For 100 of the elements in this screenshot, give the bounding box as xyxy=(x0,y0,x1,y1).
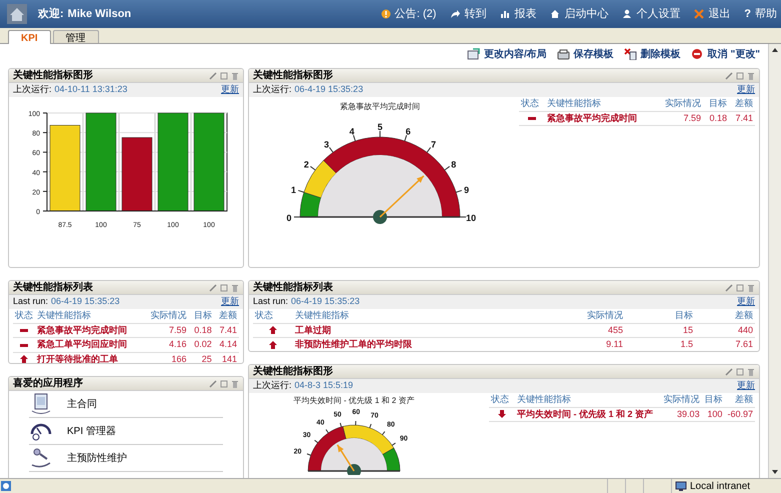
minus-icon xyxy=(527,114,537,122)
refresh-link[interactable]: 更新 xyxy=(737,83,755,97)
trash-icon[interactable] xyxy=(231,284,239,292)
column-header: 关键性能指标 xyxy=(515,393,660,407)
column-header: 差额 xyxy=(729,97,755,111)
header-link[interactable]: 个人设置 xyxy=(622,6,680,22)
tools-icon xyxy=(29,447,53,469)
table-cell: 7.59 xyxy=(656,111,704,126)
toolbar-link[interactable]: 删除模板 xyxy=(624,46,681,62)
column-header: 目标 xyxy=(702,393,724,407)
header-link[interactable]: 公告: (2) xyxy=(380,6,436,22)
help-icon: ? xyxy=(744,6,751,22)
indicator-name-link[interactable]: 工单过期 xyxy=(293,323,565,338)
column-header: 实际情况 xyxy=(660,393,702,407)
header-link[interactable]: 报表 xyxy=(500,6,536,22)
header-link[interactable]: 启动中心 xyxy=(550,6,608,22)
gauge-title: 平均失效时间 - 优先级 1 和 2 资产 xyxy=(294,396,414,405)
maximize-icon[interactable] xyxy=(736,368,744,376)
table-cell: 39.03 xyxy=(660,407,702,422)
table-cell: 455 xyxy=(565,323,625,338)
maximize-icon[interactable] xyxy=(220,380,228,388)
panel-title: 关键性能指标图形 xyxy=(13,69,93,83)
scroll-bar[interactable] xyxy=(768,44,781,478)
table-cell: 141 xyxy=(214,352,239,363)
tab[interactable]: KPI xyxy=(8,30,51,44)
trash-icon[interactable] xyxy=(747,284,755,292)
maximize-icon[interactable] xyxy=(220,72,228,80)
app-link[interactable]: 主预防性维护 xyxy=(29,445,223,472)
gauge-hub xyxy=(347,464,361,475)
panel-title: 关键性能指标列表 xyxy=(253,281,333,295)
column-header: 实际情况 xyxy=(656,97,704,111)
table-cell: 0.02 xyxy=(188,338,214,352)
indicator-name-link[interactable]: 紧急事故平均完成时间 xyxy=(35,323,143,338)
run-time: 06-4-19 15:35:23 xyxy=(51,295,120,308)
column-header: 关键性能指标 xyxy=(293,309,565,323)
user-name: Mike Wilson xyxy=(68,6,132,22)
toolbar-link[interactable]: 取消 "更改" xyxy=(690,46,760,62)
down-arrow-icon xyxy=(497,410,507,418)
refresh-link[interactable]: 更新 xyxy=(221,83,239,97)
column-header: 目标 xyxy=(188,309,214,323)
app-link[interactable]: KPI 管理器 xyxy=(29,418,223,445)
tick-mark xyxy=(294,216,300,218)
refresh-link[interactable]: 更新 xyxy=(737,295,755,309)
close-icon xyxy=(694,9,704,19)
maximize-icon[interactable] xyxy=(220,284,228,292)
toolbar-link[interactable]: 保存模板 xyxy=(556,46,614,62)
run-time: 04-10-11 13:31:23 xyxy=(54,83,128,96)
pencil-icon[interactable] xyxy=(725,368,733,376)
column-header: 实际情况 xyxy=(565,309,625,323)
column-header: 差额 xyxy=(724,393,755,407)
tick-mark xyxy=(298,190,304,193)
column-header: 差额 xyxy=(695,309,755,323)
pencil-icon[interactable] xyxy=(209,284,217,292)
zone-label: Local intranet xyxy=(690,480,750,493)
cancel-icon xyxy=(690,48,704,60)
column-header: 状态 xyxy=(519,97,545,111)
indicator-name-link[interactable]: 平均失效时间 - 优先级 1 和 2 资产 xyxy=(515,407,660,422)
refresh-link[interactable]: 更新 xyxy=(737,379,755,393)
table-cell: 7.59 xyxy=(142,323,189,338)
run-label: 上次运行: xyxy=(13,83,52,96)
app-link[interactable]: 主合同 xyxy=(29,391,223,418)
indicator-name-link[interactable]: 紧急事故平均完成时间 xyxy=(545,111,656,126)
indicator-name-link[interactable]: 非预防性维护工单的平均时限 xyxy=(293,338,565,351)
tick-mark xyxy=(310,166,316,170)
gauge-tick-label: 3 xyxy=(324,139,330,150)
maximize-icon[interactable] xyxy=(736,284,744,292)
trash-icon[interactable] xyxy=(747,368,755,376)
tab[interactable]: 管理 xyxy=(52,30,99,43)
layout-icon xyxy=(466,48,480,60)
indicator-name-link[interactable]: 打开等待批准的工单 xyxy=(35,352,143,363)
pencil-icon[interactable] xyxy=(209,380,217,388)
tick-mark xyxy=(355,420,356,426)
pencil-icon[interactable] xyxy=(725,284,733,292)
toolbar-link[interactable]: 更改内容/布局 xyxy=(466,46,547,62)
pencil-icon[interactable] xyxy=(209,72,217,80)
bar-chart-icon xyxy=(500,9,510,19)
trash-icon[interactable] xyxy=(231,380,239,388)
arrow-icon xyxy=(450,9,460,19)
header-link[interactable]: 转到 xyxy=(450,6,486,22)
trash-icon[interactable] xyxy=(747,72,755,80)
table-cell: 1.5 xyxy=(625,338,695,351)
gauge-tick-label: 10 xyxy=(466,213,476,223)
table-cell: 7.41 xyxy=(729,111,755,126)
run-time: 06-4-19 15:35:23 xyxy=(291,295,360,308)
home-icon xyxy=(550,9,560,19)
run-time: 04-8-3 15:5:19 xyxy=(294,379,354,392)
gauge-tick-label: 8 xyxy=(451,160,456,170)
welcome-label: 欢迎: xyxy=(38,6,64,22)
table-cell: 15 xyxy=(625,323,695,338)
table-cell: -60.97 xyxy=(724,407,755,422)
tick-mark xyxy=(392,442,396,446)
trash-icon[interactable] xyxy=(231,72,239,80)
indicator-name-link[interactable]: 紧急工单平均回应时间 xyxy=(35,338,143,352)
refresh-link[interactable]: 更新 xyxy=(221,295,239,309)
pencil-icon[interactable] xyxy=(725,72,733,80)
header-link[interactable]: ? 帮助 xyxy=(744,6,777,22)
alert-icon xyxy=(380,9,391,19)
tick-mark xyxy=(328,146,334,153)
header-link[interactable]: 退出 xyxy=(694,6,730,22)
maximize-icon[interactable] xyxy=(736,72,744,80)
